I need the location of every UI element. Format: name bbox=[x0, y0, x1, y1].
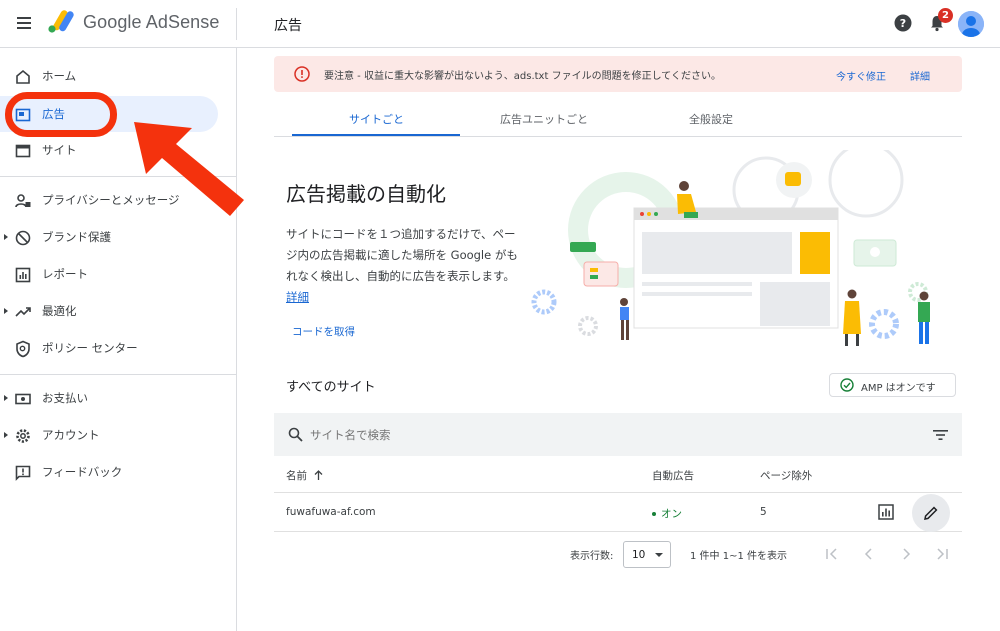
report-icon bbox=[15, 267, 31, 283]
sidebar-item-optimization[interactable]: 最適化 bbox=[0, 293, 237, 329]
top-app-bar: Google AdSense 広告 ? 2 bbox=[0, 0, 1000, 48]
sites-table-header: 名前 自動広告 ページ除外 bbox=[274, 456, 962, 493]
divider bbox=[236, 8, 237, 40]
tab-bar: サイトごと 広告ユニットごと 全般設定 bbox=[274, 100, 962, 137]
pencil-icon bbox=[924, 506, 938, 520]
sidebar-item-feedback[interactable]: フィードバック bbox=[0, 454, 237, 490]
rows-per-page-value: 10 bbox=[632, 549, 646, 561]
sidebar-item-label: レポート bbox=[42, 267, 88, 281]
policy-icon bbox=[16, 340, 30, 358]
privacy-icon bbox=[15, 194, 31, 208]
sidebar-item-label: ホーム bbox=[42, 69, 77, 83]
next-page-icon[interactable] bbox=[898, 546, 914, 562]
brand-name: Google AdSense bbox=[83, 12, 220, 32]
get-code-button[interactable]: コードを取得 bbox=[292, 324, 355, 339]
pointer-arrow-icon bbox=[134, 122, 244, 216]
sort-ascending-icon bbox=[314, 470, 323, 480]
sidebar-item-label: お支払い bbox=[42, 391, 88, 405]
last-page-icon[interactable] bbox=[934, 546, 950, 562]
edit-site-button[interactable] bbox=[912, 494, 950, 532]
site-search-input[interactable] bbox=[310, 425, 870, 445]
column-header-name[interactable]: 名前 bbox=[286, 468, 323, 483]
adsense-logo-icon bbox=[48, 10, 74, 33]
account-avatar-icon bbox=[958, 11, 984, 37]
sidebar-item-payments[interactable]: お支払い bbox=[0, 380, 237, 416]
trend-icon bbox=[15, 307, 31, 317]
site-name-cell: fuwafuwa-af.com bbox=[286, 506, 376, 518]
payments-icon bbox=[15, 393, 31, 405]
search-icon bbox=[288, 427, 303, 442]
feedback-icon bbox=[15, 465, 31, 481]
column-header-auto-ads: 自動広告 bbox=[652, 470, 694, 482]
alert-message: 要注意 - 収益に重大な影響が出ないよう、ads.txt ファイルの問題を修正し… bbox=[324, 71, 721, 82]
auto-ads-description: サイトにコードを１つ追加するだけで、ページ内の広告掲載に適した場所を Googl… bbox=[286, 224, 522, 308]
sidebar-item-policy-center[interactable]: ポリシー センター bbox=[0, 330, 237, 366]
expand-caret-icon[interactable] bbox=[4, 308, 8, 314]
notification-badge: 2 bbox=[938, 8, 953, 23]
ads-txt-alert: 要注意 - 収益に重大な影響が出ないよう、ads.txt ファイルの問題を修正し… bbox=[274, 56, 962, 92]
tab-global-settings[interactable]: 全般設定 bbox=[689, 111, 733, 127]
sidebar-item-label: アカウント bbox=[42, 428, 100, 442]
amp-status-chip[interactable]: AMP はオンです bbox=[829, 373, 956, 397]
sidebar-item-account[interactable]: アカウント bbox=[0, 417, 237, 453]
page-exclusions-cell: 5 bbox=[760, 506, 767, 518]
auto-ads-status-label: オン bbox=[661, 508, 682, 520]
help-icon[interactable]: ? bbox=[894, 14, 912, 32]
page-title: 広告 bbox=[274, 18, 302, 34]
page-range-text: 1 件中 1~1 件を表示 bbox=[690, 551, 788, 562]
avatar[interactable] bbox=[958, 11, 984, 37]
sidebar-item-label: 最適化 bbox=[42, 304, 77, 318]
filter-icon[interactable] bbox=[933, 429, 948, 441]
all-sites-heading: すべてのサイト bbox=[286, 380, 376, 395]
sidebar-item-reports[interactable]: レポート bbox=[0, 256, 237, 292]
sidebar-item-brand-safety[interactable]: ブランド保護 bbox=[0, 219, 237, 255]
block-icon bbox=[15, 230, 31, 246]
settings-icon bbox=[16, 429, 30, 443]
sidebar-item-label: ブランド保護 bbox=[42, 230, 111, 244]
first-page-icon[interactable] bbox=[824, 546, 840, 562]
tab-by-ad-unit[interactable]: 広告ユニットごと bbox=[500, 111, 588, 127]
prev-page-icon[interactable] bbox=[861, 546, 877, 562]
status-dot-icon bbox=[652, 512, 656, 516]
auto-ads-illustration bbox=[531, 150, 930, 346]
sidebar-item-label: ポリシー センター bbox=[42, 341, 138, 355]
check-circle-icon bbox=[840, 378, 854, 392]
active-tab-indicator bbox=[292, 134, 460, 136]
pagination: 表示行数: 10 1 件中 1~1 件を表示 bbox=[274, 538, 962, 570]
svg-text:?: ? bbox=[900, 17, 906, 30]
alert-details-link[interactable]: 詳細 bbox=[910, 68, 930, 83]
amp-status-label: AMP はオンです bbox=[861, 383, 936, 394]
table-row[interactable]: fuwafuwa-af.com オン 5 bbox=[274, 493, 962, 532]
rows-per-page-select[interactable]: 10 bbox=[623, 541, 671, 568]
expand-caret-icon[interactable] bbox=[4, 432, 8, 438]
sidebar-item-home[interactable]: ホーム bbox=[0, 58, 237, 94]
column-label: 名前 bbox=[286, 470, 307, 482]
sidebar-item-label: フィードバック bbox=[42, 465, 123, 479]
sidebar-item-label: サイト bbox=[42, 143, 77, 157]
column-header-page-exclusions: ページ除外 bbox=[760, 470, 813, 482]
site-report-icon[interactable] bbox=[878, 504, 894, 520]
home-icon bbox=[16, 69, 30, 84]
site-search-bar bbox=[274, 413, 962, 456]
auto-ads-status-cell: オン bbox=[652, 506, 682, 521]
details-link[interactable]: 詳細 bbox=[286, 290, 309, 304]
sites-icon bbox=[15, 144, 31, 158]
tab-by-site[interactable]: サイトごと bbox=[349, 111, 404, 127]
auto-ads-title: 広告掲載の自動化 bbox=[286, 182, 446, 206]
error-icon bbox=[294, 66, 310, 82]
dropdown-arrow-icon bbox=[655, 553, 663, 557]
menu-icon[interactable] bbox=[16, 15, 32, 31]
highlight-ring bbox=[5, 92, 117, 137]
expand-caret-icon[interactable] bbox=[4, 234, 8, 240]
rows-per-page-label: 表示行数: bbox=[570, 551, 614, 562]
fix-now-link[interactable]: 今すぐ修正 bbox=[836, 68, 886, 83]
divider bbox=[0, 374, 237, 375]
description-text: サイトにコードを１つ追加するだけで、ページ内の広告掲載に適した場所を Googl… bbox=[286, 227, 518, 283]
expand-caret-icon[interactable] bbox=[4, 395, 8, 401]
